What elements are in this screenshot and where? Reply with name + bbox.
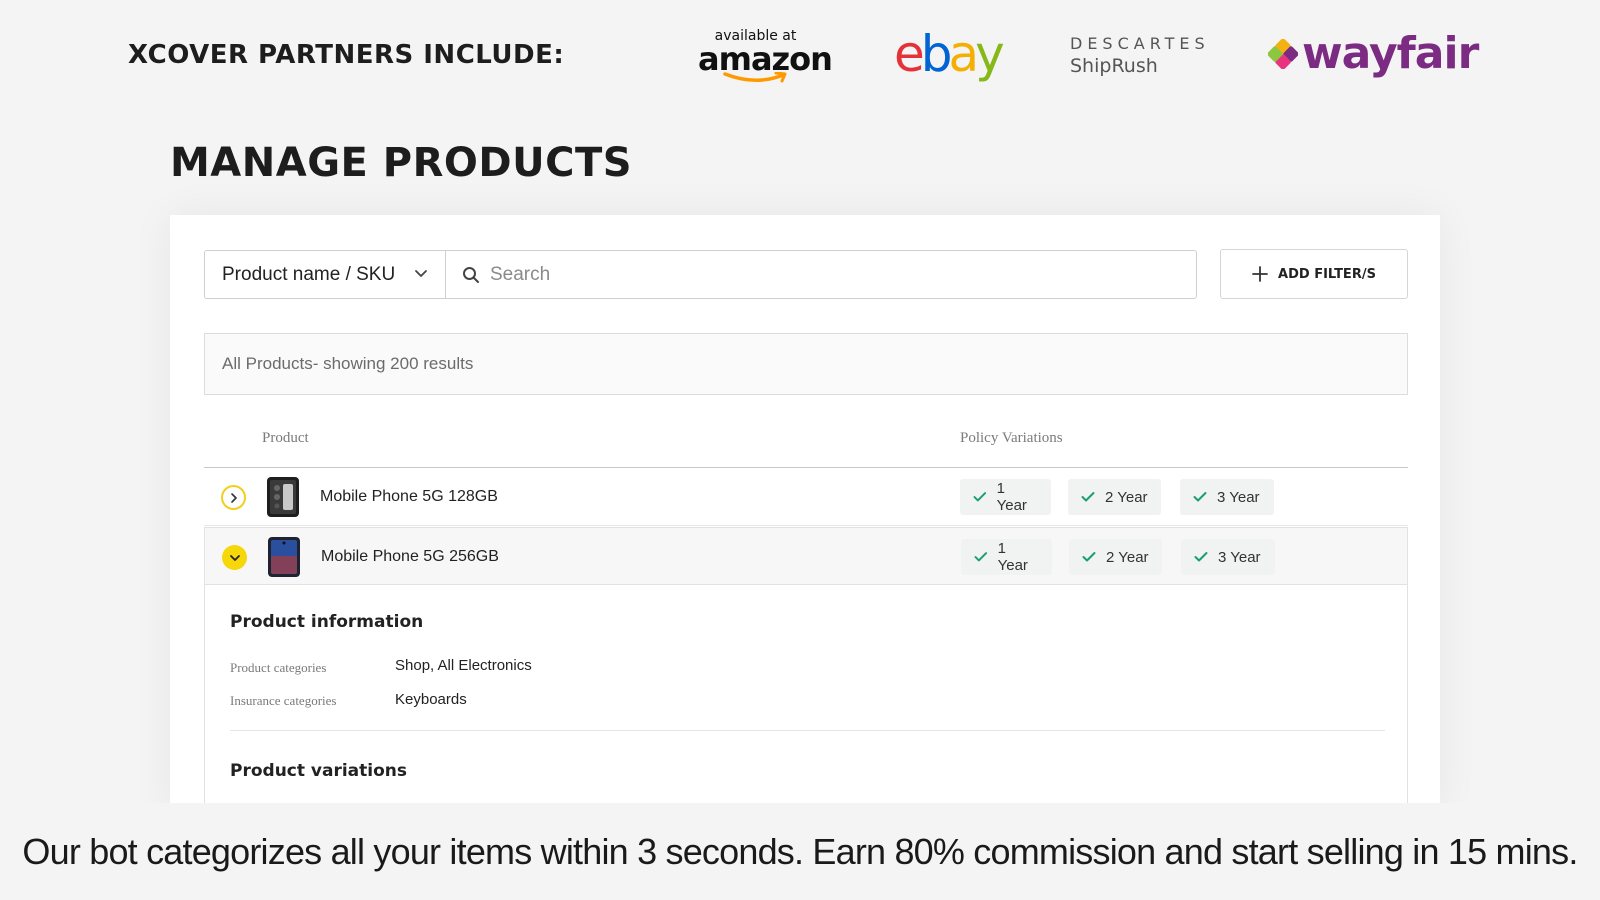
policy-chip-label: 1 Year	[996, 480, 1027, 514]
shiprush-wordmark: ShipRush	[1070, 55, 1158, 77]
check-icon	[1194, 552, 1208, 562]
check-icon	[1081, 492, 1095, 502]
policy-chip-1-year: 1 Year	[960, 479, 1051, 515]
policy-chip-3-year: 3 Year	[1180, 479, 1274, 515]
wayfair-logo: wayfair	[1268, 26, 1479, 82]
insurance-categories-value: Keyboards	[395, 691, 467, 708]
expand-row-button[interactable]	[221, 485, 246, 510]
check-icon	[974, 552, 988, 562]
ebay-logo: ebay	[894, 25, 1005, 83]
promo-caption: Our bot categorizes all your items withi…	[22, 830, 1578, 872]
add-filter-label: ADD FILTER/S	[1278, 266, 1376, 282]
product-name[interactable]: Mobile Phone 5G 256GB	[321, 548, 499, 566]
policy-chip-label: 2 Year	[1105, 488, 1148, 506]
descartes-shiprush-logo: DESCARTES ShipRush	[1070, 34, 1210, 77]
chevron-right-icon	[230, 492, 237, 503]
product-information-heading: Product information	[230, 612, 424, 632]
search-input[interactable]	[490, 263, 1170, 286]
ebay-letter-b: b	[920, 25, 953, 83]
details-divider	[230, 730, 1385, 731]
wayfair-pinwheel-icon	[1268, 39, 1298, 69]
partners-banner: XCOVER PARTNERS INCLUDE: available at am…	[0, 0, 1600, 112]
policy-chip-3-year: 3 Year	[1181, 539, 1275, 575]
product-name[interactable]: Mobile Phone 5G 128GB	[320, 488, 498, 506]
product-thumbnail	[267, 477, 299, 517]
column-header-product: Product	[262, 430, 309, 446]
caption-band: Our bot categorizes all your items withi…	[0, 803, 1600, 900]
page-title: MANAGE PRODUCTS	[170, 140, 633, 186]
search-field-select-value: Product name / SKU	[222, 263, 396, 285]
table-row[interactable]: Mobile Phone 5G 128GB 1 Year 2 Year 3 Ye…	[204, 468, 1408, 526]
products-card: Product name / SKU ADD FILTER/S All Prod…	[170, 215, 1440, 815]
ebay-letter-a: a	[948, 25, 980, 83]
table-row-expanded[interactable]: Mobile Phone 5G 256GB 1 Year 2 Year 3 Ye…	[204, 527, 1408, 585]
collapse-row-button[interactable]	[222, 545, 247, 570]
chevron-down-icon	[415, 270, 427, 277]
product-variations-heading: Product variations	[230, 761, 408, 781]
policy-chip-1-year: 1 Year	[961, 539, 1052, 575]
partners-title: XCOVER PARTNERS INCLUDE:	[128, 40, 565, 70]
product-details-panel: Product information Product categories S…	[204, 585, 1408, 815]
policy-chip-2-year: 2 Year	[1069, 539, 1162, 575]
insurance-categories-label: Insurance categories	[230, 693, 337, 708]
ebay-letter-e: e	[894, 25, 925, 83]
results-summary-bar: All Products- showing 200 results	[204, 333, 1408, 395]
check-icon	[1082, 552, 1096, 562]
policy-chip-label: 1 Year	[997, 540, 1028, 574]
product-categories-value: Shop, All Electronics	[395, 657, 532, 674]
amazon-logo: available at amazon	[698, 28, 833, 84]
add-filter-button[interactable]: ADD FILTER/S	[1220, 249, 1408, 299]
check-icon	[973, 492, 987, 502]
chevron-down-icon	[229, 554, 240, 561]
product-thumbnail	[268, 537, 300, 577]
check-icon	[1193, 492, 1207, 502]
policy-chip-label: 3 Year	[1218, 548, 1261, 566]
search-box	[445, 250, 1197, 299]
policy-chip-label: 2 Year	[1106, 548, 1149, 566]
column-header-policy-variations: Policy Variations	[960, 430, 1063, 446]
policy-chip-2-year: 2 Year	[1068, 479, 1161, 515]
search-icon	[463, 266, 479, 283]
results-summary: All Products- showing 200 results	[222, 354, 474, 373]
plus-icon	[1252, 266, 1268, 282]
product-categories-label: Product categories	[230, 660, 327, 675]
search-field-select[interactable]: Product name / SKU	[204, 250, 445, 299]
descartes-wordmark: DESCARTES	[1070, 34, 1210, 53]
ebay-letter-y: y	[975, 25, 1005, 83]
policy-chip-label: 3 Year	[1217, 488, 1260, 506]
wayfair-wordmark: wayfair	[1302, 28, 1479, 79]
amazon-wordmark: amazon	[698, 40, 833, 78]
